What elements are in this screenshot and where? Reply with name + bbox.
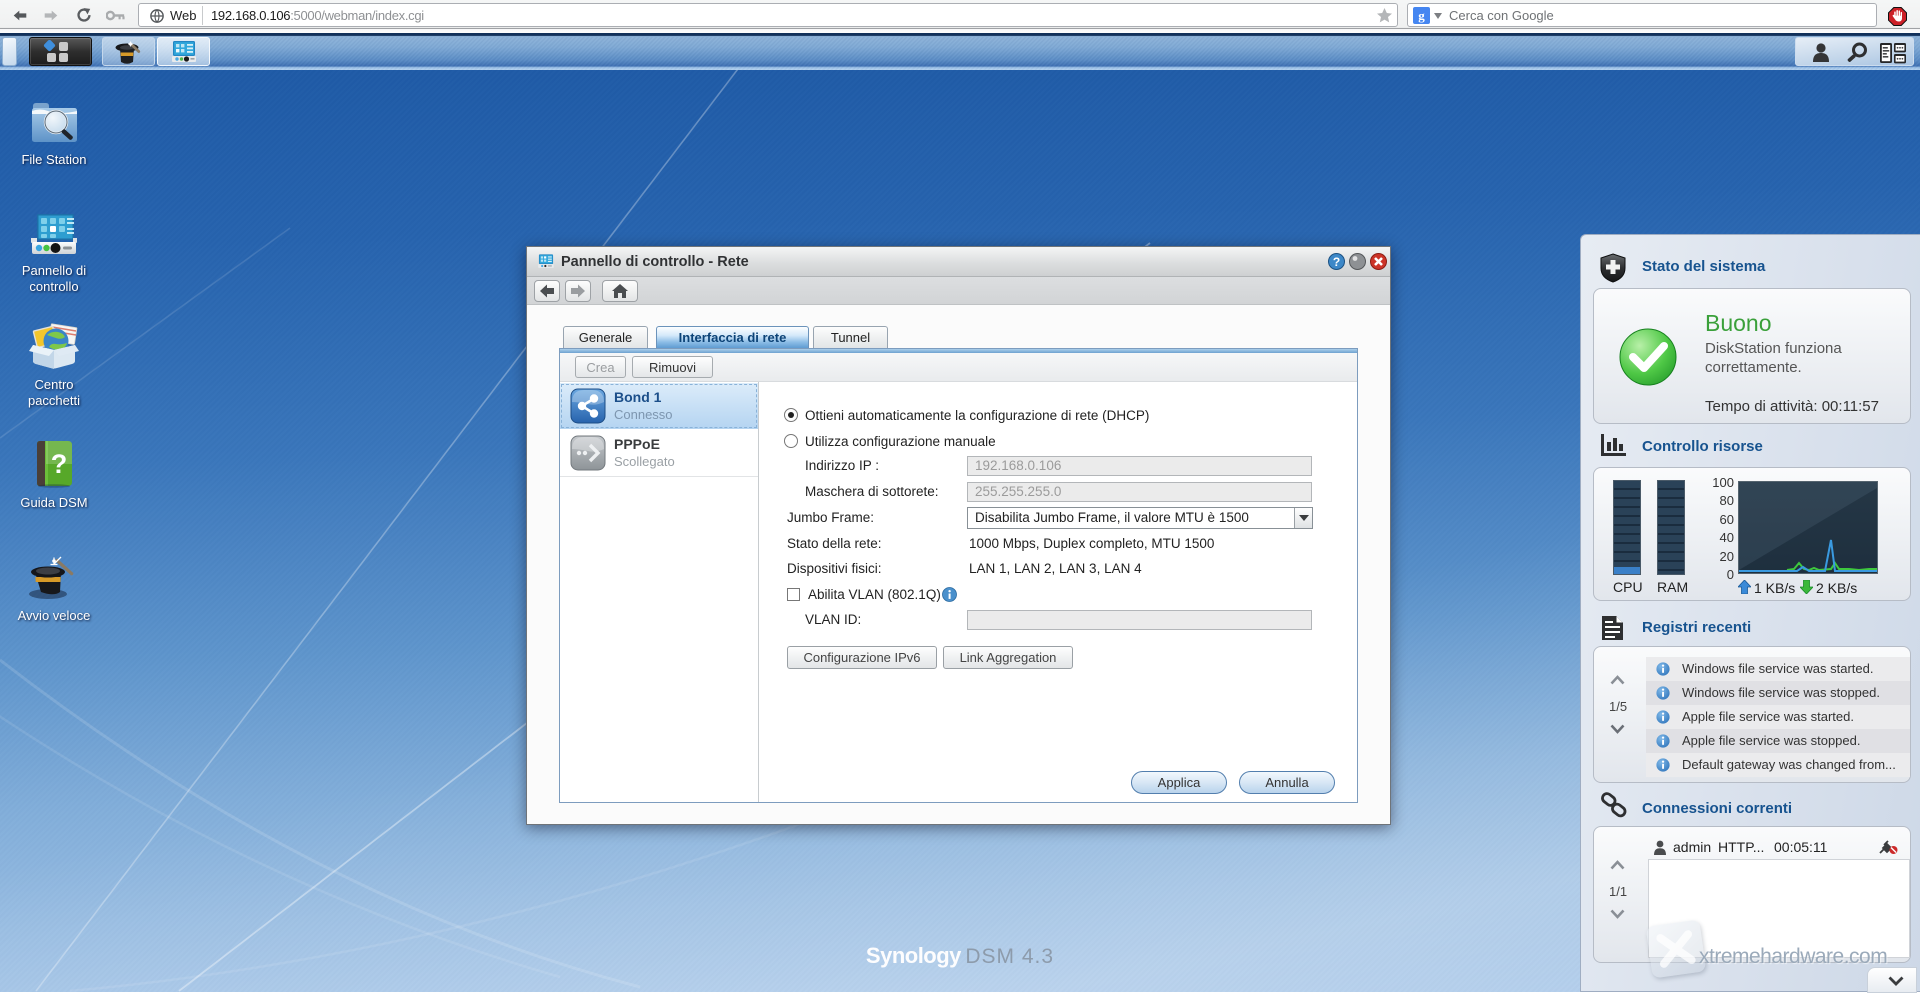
svg-text:?: ?	[51, 449, 68, 479]
svg-text:?: ?	[1333, 255, 1340, 269]
